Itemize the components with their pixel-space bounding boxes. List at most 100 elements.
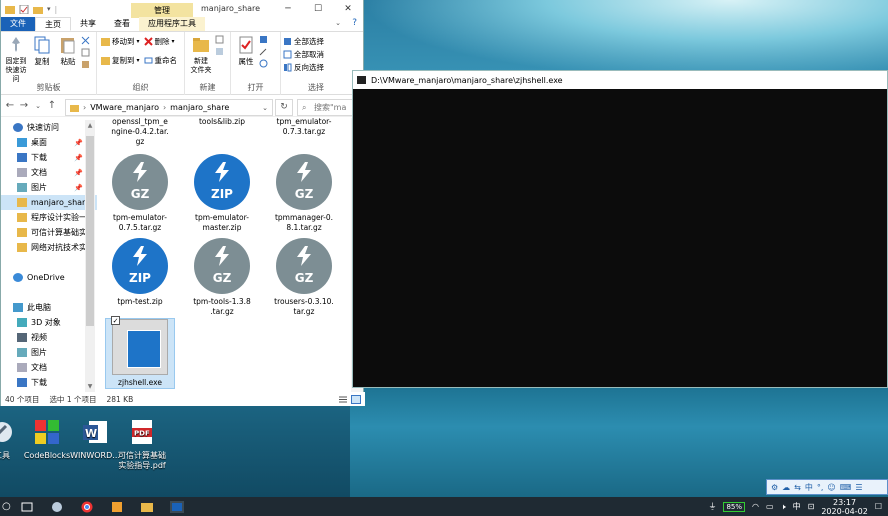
console-titlebar[interactable]: D:\VMware_manjaro\manjaro_share\zjhshell… — [353, 71, 887, 89]
back-button[interactable]: ← — [5, 100, 15, 111]
file-item[interactable]: GZ tpm-tools-1.3.8 .tar.gz — [187, 238, 257, 317]
cut-icon[interactable] — [81, 36, 90, 45]
taskbar-app-icon[interactable] — [50, 501, 64, 513]
ime-cloud-icon[interactable]: ☁ — [782, 483, 790, 492]
ime-menu-icon[interactable]: ☰ — [855, 483, 862, 492]
ime-pinyin-icon[interactable]: 中 — [805, 482, 813, 493]
tab-view[interactable]: 查看 — [105, 17, 139, 31]
file-item[interactable]: GZ trousers-0.3.10. tar.gz — [269, 238, 339, 317]
chrome-icon[interactable] — [80, 501, 94, 513]
invert-selection-button[interactable]: 反向选择 — [283, 61, 349, 74]
edit-icon[interactable] — [259, 47, 268, 56]
sidebar-item[interactable]: 3D 对象 — [1, 315, 97, 330]
large-icons-view-icon[interactable] — [351, 394, 361, 404]
forward-button[interactable]: → — [19, 100, 29, 111]
copy-to-button[interactable]: 复制到 ▾ — [101, 54, 140, 67]
ime-indicator[interactable]: 中 — [793, 501, 801, 512]
vmware-icon[interactable] — [110, 501, 124, 513]
new-item-icon[interactable] — [215, 35, 224, 44]
tab-file[interactable]: 文件 — [1, 17, 35, 31]
properties-icon[interactable] — [19, 4, 29, 14]
sidebar-item[interactable]: 快速访问 — [1, 120, 97, 135]
move-to-button[interactable]: 移动到 ▾ — [101, 35, 140, 48]
select-all-button[interactable]: 全部选择 — [283, 35, 349, 48]
sidebar-item[interactable]: 此电脑 — [1, 300, 97, 315]
scroll-down-icon[interactable]: ▼ — [85, 383, 95, 390]
file-item[interactable]: GZ tpm-emulator- 0.7.5.tar.gz — [105, 154, 175, 233]
up-button[interactable]: ↑ — [47, 100, 57, 111]
sidebar-item[interactable]: 网络对抗技术实 — [1, 240, 97, 255]
task-view-icon[interactable] — [20, 501, 34, 513]
ime-logo-icon[interactable]: ⚙ — [771, 483, 778, 492]
sidebar-item[interactable]: 图片 📌 — [1, 180, 97, 195]
details-view-icon[interactable] — [338, 395, 348, 404]
scroll-up-icon[interactable]: ▲ — [85, 122, 95, 129]
sidebar-item[interactable]: 桌面 📌 — [1, 135, 97, 150]
scrollbar-thumb[interactable] — [86, 136, 94, 326]
sidebar-item[interactable]: manjaro_share — [1, 195, 97, 210]
sidebar-item[interactable]: OneDrive — [1, 270, 97, 285]
volume-mute-icon[interactable]: 🕨 — [781, 502, 786, 512]
file-item[interactable]: GZ tpmmanager-0. 8.1.tar.gz — [269, 154, 339, 233]
ribbon-collapse-icon[interactable]: ⌄ — [335, 19, 341, 27]
tab-share[interactable]: 共享 — [71, 17, 105, 31]
explorer-titlebar[interactable]: ▾ | 管理 manjaro_share ─ ☐ ✕ — [1, 0, 363, 18]
clock-date[interactable]: 2020-04-02 — [821, 507, 868, 516]
breadcrumb-manjaro-share[interactable]: manjaro_share — [170, 103, 229, 112]
sidebar-item[interactable]: 可信计算基础实 — [1, 225, 97, 240]
tab-home[interactable]: 主页 — [35, 17, 71, 31]
ime-secondary-icon[interactable]: ⊡ — [808, 502, 815, 511]
rename-button[interactable]: 重命名 — [144, 54, 177, 67]
copy-path-icon[interactable] — [81, 48, 90, 57]
qat-dropdown-icon[interactable]: ▾ — [47, 5, 51, 13]
recent-locations-button[interactable]: ⌄ — [33, 102, 43, 110]
select-none-button[interactable]: 全部取消 — [283, 48, 349, 61]
open-icon[interactable] — [259, 35, 268, 44]
maximize-button[interactable]: ☐ — [303, 0, 333, 18]
sidebar-item[interactable]: 文档 — [1, 360, 97, 375]
clock-time[interactable]: 23:17 — [833, 498, 856, 507]
sidebar-item[interactable]: 程序设计实验一 — [1, 210, 97, 225]
address-bar[interactable]: › VMware_manjaro › manjaro_share ⌄ — [65, 99, 273, 116]
file-item[interactable]: ZIP tpm-emulator- master.zip — [187, 154, 257, 233]
ime-toolbar[interactable]: ⚙ ☁ ⇆ 中 °, ☺ ⌨ ☰ — [766, 479, 888, 495]
search-taskbar-icon[interactable]: ○ — [2, 501, 12, 512]
easy-access-icon[interactable] — [215, 47, 224, 56]
sidebar-item[interactable]: 视频 — [1, 330, 97, 345]
refresh-button[interactable]: ↻ — [275, 99, 293, 116]
sidebar-item[interactable]: 下载 — [1, 375, 97, 390]
ime-skin-icon[interactable]: ☺ — [827, 483, 835, 492]
file-explorer-taskbar-icon[interactable] — [140, 501, 154, 513]
console-window[interactable]: D:\VMware_manjaro\manjaro_share\zjhshell… — [352, 70, 888, 388]
desktop-icon-pdf[interactable]: PDF 可信计算基础 实验指导.pdf — [112, 418, 172, 471]
new-folder-icon[interactable] — [33, 5, 43, 14]
file-item[interactable]: ✓ zjhshell.exe — [105, 316, 175, 389]
paste-shortcut-icon[interactable] — [81, 60, 90, 69]
ime-link-icon[interactable]: ⇆ — [794, 483, 801, 492]
tab-app-tools[interactable]: 应用程序工具 — [139, 17, 205, 31]
ime-punct-icon[interactable]: °, — [817, 483, 824, 492]
help-icon[interactable]: ? — [352, 18, 357, 28]
sidebar-item[interactable]: 下载 📌 — [1, 150, 97, 165]
screen-icon[interactable]: ▭ — [766, 502, 774, 511]
selection-checkbox[interactable]: ✓ — [111, 316, 120, 325]
file-item[interactable]: openssl_tpm_e ngine-0.4.2.tar. gz — [105, 118, 175, 147]
file-item[interactable]: tpm_emulator- 0.7.3.tar.gz — [269, 118, 339, 137]
history-icon[interactable] — [259, 59, 268, 68]
breadcrumb-vmware[interactable]: VMware_manjaro — [90, 103, 159, 112]
sidebar-item[interactable]: 文档 📌 — [1, 165, 97, 180]
navigation-pane-scrollbar[interactable]: ▲ ▼ — [85, 120, 95, 392]
ime-keyboard-icon[interactable]: ⌨ — [840, 483, 852, 492]
delete-button[interactable]: 删除 ▾ — [143, 35, 175, 48]
sidebar-item[interactable]: 图片 — [1, 345, 97, 360]
battery-plug-icon[interactable]: ⏚ — [708, 501, 716, 512]
file-item[interactable]: ZIP tpm-test.zip — [105, 238, 175, 307]
close-button[interactable]: ✕ — [333, 0, 363, 18]
address-dropdown-icon[interactable]: ⌄ — [262, 104, 268, 112]
context-tab-manage[interactable]: 管理 — [131, 3, 193, 18]
file-item[interactable]: tools&lib.zip — [187, 118, 257, 127]
notification-icon[interactable]: ☐ — [875, 502, 882, 511]
minimize-button[interactable]: ─ — [273, 0, 303, 18]
file-explorer-window[interactable]: ▾ | 管理 manjaro_share ─ ☐ ✕ 文件 主页 共享 查看 应… — [0, 0, 365, 406]
console-taskbar-icon[interactable] — [170, 500, 184, 513]
